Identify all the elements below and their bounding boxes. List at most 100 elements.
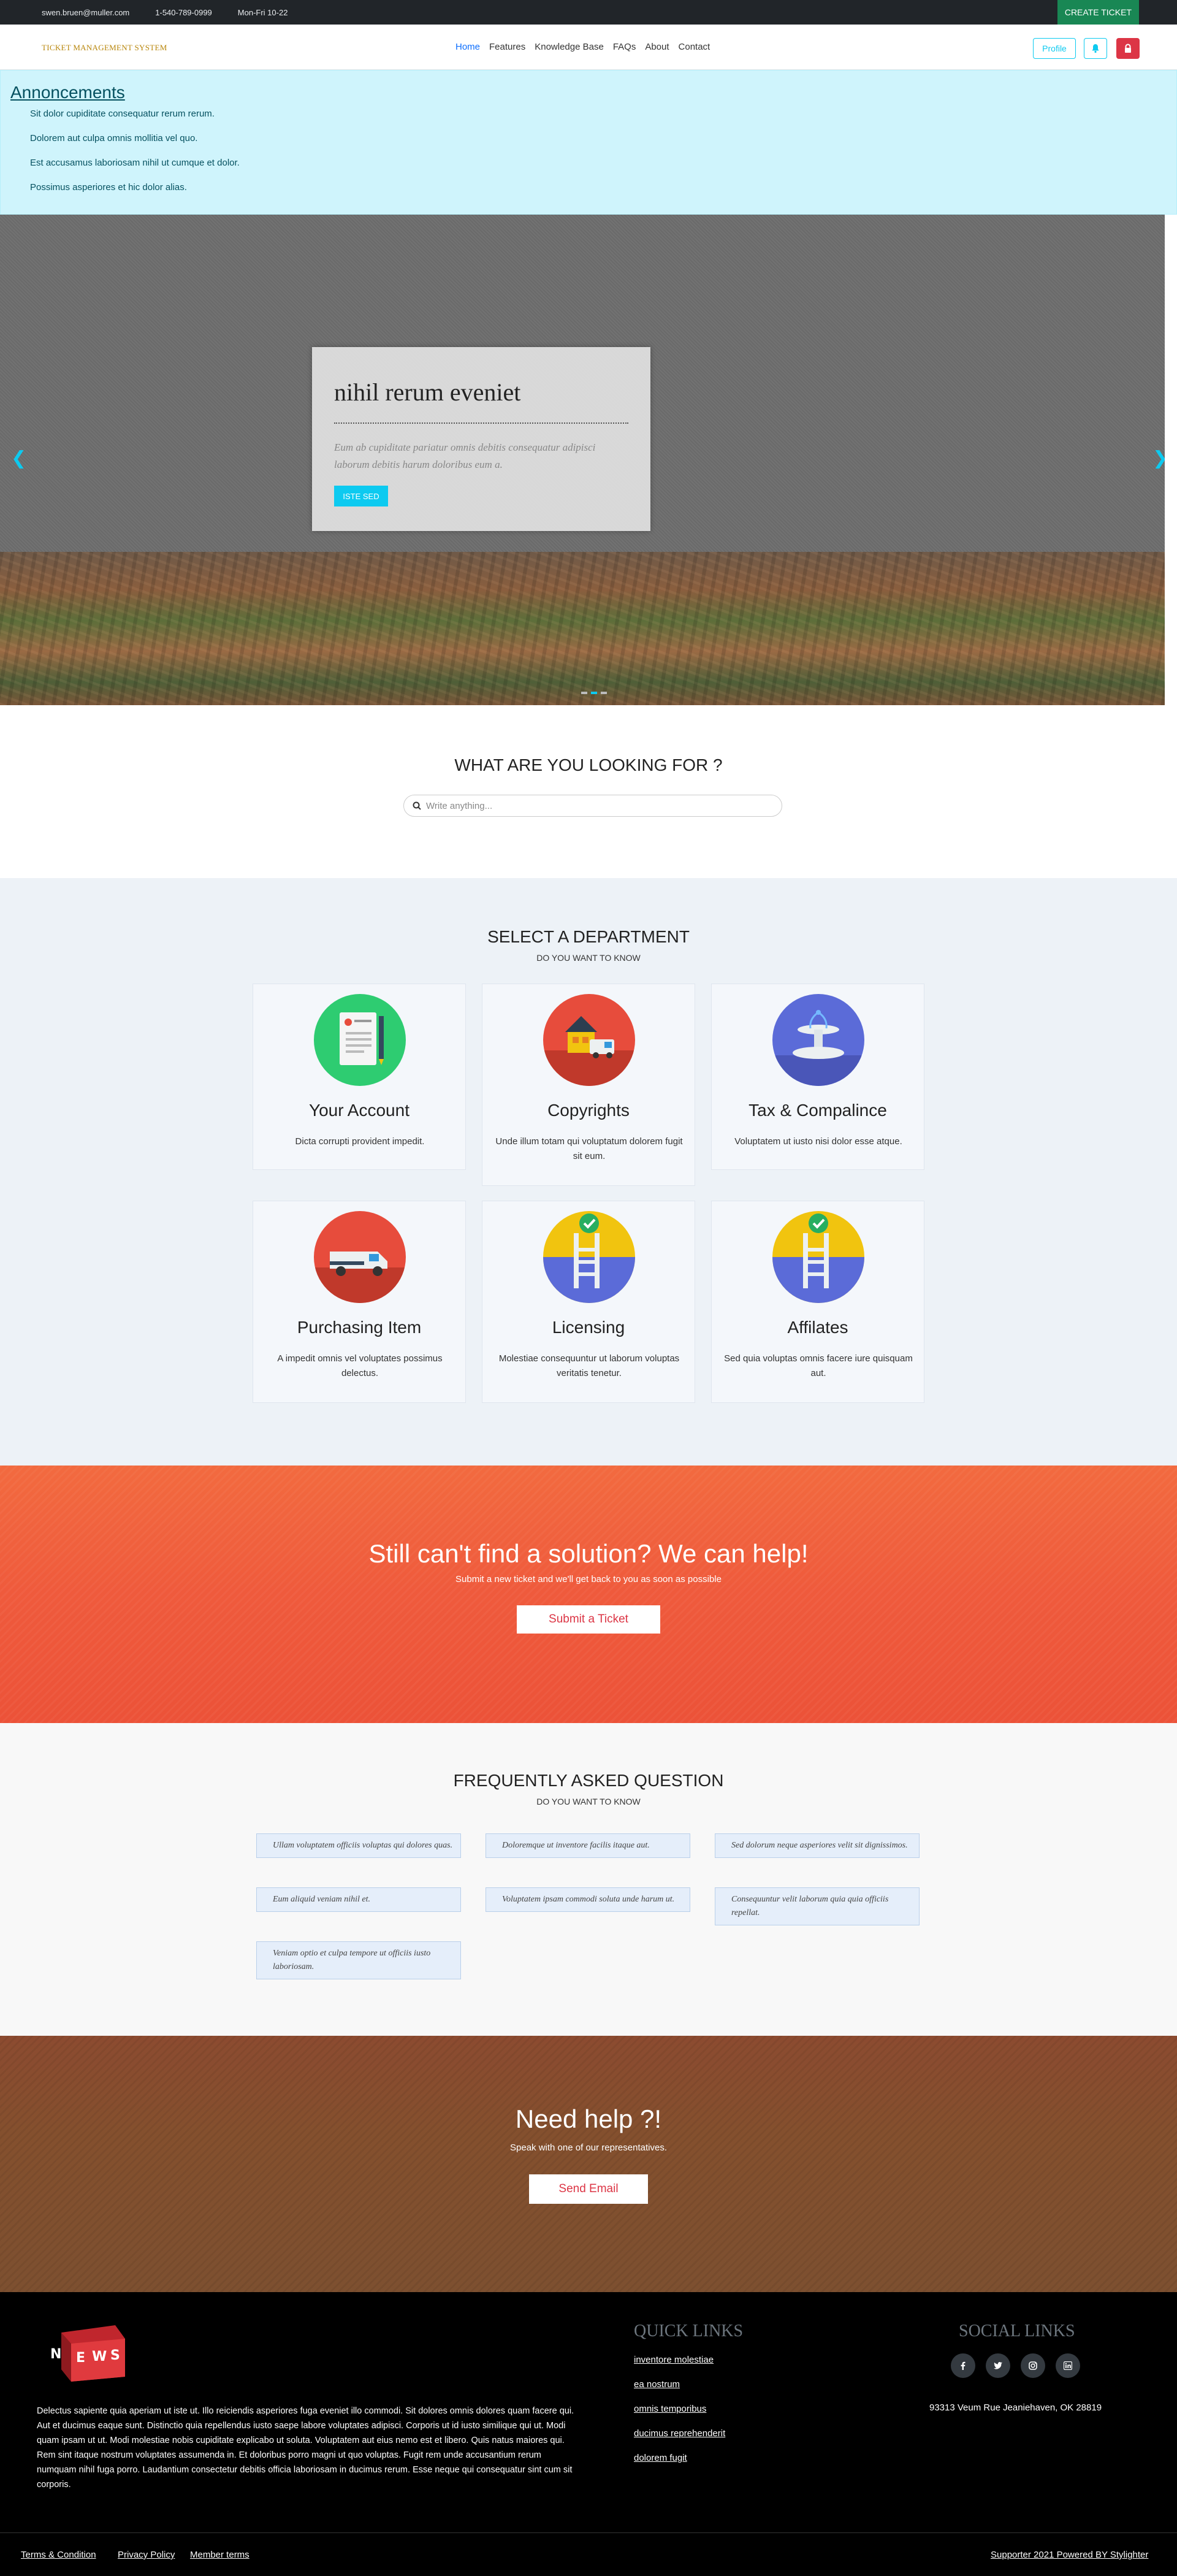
privacy-link[interactable]: Privacy Policy bbox=[118, 2550, 175, 2560]
nav-home[interactable]: Home bbox=[455, 42, 480, 52]
lock-icon bbox=[1125, 44, 1131, 53]
department-name: Purchasing Item bbox=[297, 1318, 422, 1337]
quick-link[interactable]: inventore molestiae bbox=[634, 2355, 714, 2365]
department-card[interactable]: Purchasing Item A impedit omnis vel volu… bbox=[253, 1201, 466, 1403]
carousel-indicator[interactable] bbox=[591, 692, 597, 694]
member-terms-link[interactable]: Member terms bbox=[190, 2550, 249, 2560]
business-hours: Mon-Fri 10-22 bbox=[237, 7, 288, 17]
logo-letter: N bbox=[50, 2347, 61, 2362]
quick-link[interactable]: ea nostrum bbox=[634, 2379, 680, 2390]
linkedin-icon[interactable] bbox=[1056, 2353, 1080, 2378]
faq-item[interactable]: Doloremque ut inventore facilis itaque a… bbox=[486, 1833, 690, 1858]
pool-check-icon bbox=[772, 1211, 864, 1303]
contact-email[interactable]: swen.bruen@muller.com bbox=[42, 8, 129, 17]
department-card[interactable]: Tax & Compalince Voluptatem ut iusto nis… bbox=[711, 984, 924, 1170]
department-name: Affilates bbox=[787, 1318, 848, 1337]
department-card[interactable]: Affilates Sed quia voluptas omnis facere… bbox=[711, 1201, 924, 1403]
nav-about[interactable]: About bbox=[645, 42, 669, 52]
profile-button[interactable]: Profile bbox=[1033, 38, 1076, 59]
announcements-panel: Annoncements Sit dolor cupiditate conseq… bbox=[0, 70, 1177, 215]
notifications-button[interactable] bbox=[1084, 38, 1107, 59]
footer: N E W S Delectus sapiente quia aperiam u… bbox=[0, 2292, 1177, 2576]
instagram-icon[interactable] bbox=[1021, 2353, 1045, 2378]
cta-subtitle: Submit a new ticket and we'll get back t… bbox=[455, 1574, 722, 1584]
fountain-icon bbox=[772, 994, 864, 1086]
faq-item[interactable]: Ullam voluptatem officiis voluptas qui d… bbox=[256, 1833, 461, 1858]
announcement-item: Dolorem aut culpa omnis mollitia vel quo… bbox=[30, 133, 198, 143]
brand-logo[interactable]: TICKET MANAGEMENT SYSTEM bbox=[42, 43, 167, 53]
footer-logo[interactable]: N E W S bbox=[47, 2322, 130, 2386]
faq-item[interactable]: Veniam optio et culpa tempore ut officii… bbox=[256, 1941, 461, 1979]
help-banner: Need help ?! Speak with one of our repre… bbox=[0, 2036, 1177, 2292]
quick-link[interactable]: ducimus reprehenderit bbox=[634, 2428, 725, 2439]
chevron-right-icon[interactable]: ❯ bbox=[1152, 448, 1165, 469]
carousel-indicators bbox=[581, 692, 607, 694]
logo-letter: S bbox=[110, 2348, 120, 2363]
top-bar: swen.bruen@muller.com 1-540-789-0999 Mon… bbox=[0, 0, 1177, 25]
department-name: Your Account bbox=[309, 1101, 409, 1120]
powered-by-credit[interactable]: Supporter 2021 Powered BY Stylighter bbox=[991, 2550, 1148, 2560]
navbar: TICKET MANAGEMENT SYSTEM Home Features K… bbox=[0, 25, 1177, 70]
footer-description: Delectus sapiente quia aperiam ut iste u… bbox=[37, 2406, 574, 2490]
nav-features[interactable]: Features bbox=[489, 42, 525, 52]
department-desc: Voluptatem ut iusto nisi dolor esse atqu… bbox=[734, 1136, 902, 1147]
logo-letter: W bbox=[92, 2349, 107, 2364]
department-card[interactable]: Licensing Molestiae consequuntur ut labo… bbox=[482, 1201, 695, 1403]
submit-ticket-button[interactable]: Submit a Ticket bbox=[517, 1605, 660, 1634]
house-truck-icon bbox=[543, 994, 635, 1086]
department-name: Licensing bbox=[552, 1318, 625, 1337]
nav-contact[interactable]: Contact bbox=[679, 42, 710, 52]
faq-title: FREQUENTLY ASKED QUESTION bbox=[453, 1771, 724, 1790]
department-desc: A impedit omnis vel voluptates possimus … bbox=[277, 1353, 443, 1378]
logout-button[interactable] bbox=[1116, 38, 1140, 59]
nav-knowledge-base[interactable]: Knowledge Base bbox=[535, 42, 604, 52]
nav-links: Home Features Knowledge Base FAQs About … bbox=[455, 42, 710, 52]
search-icon bbox=[413, 801, 421, 810]
create-ticket-button[interactable]: CREATE TICKET bbox=[1057, 0, 1139, 25]
help-subtitle: Speak with one of our representatives. bbox=[510, 2142, 667, 2153]
bell-icon bbox=[1092, 44, 1099, 53]
faq-item[interactable]: Eum aliquid veniam nihil et. bbox=[256, 1887, 461, 1912]
search-section: WHAT ARE YOU LOOKING FOR ? Write anythin… bbox=[0, 705, 1177, 878]
faq-item[interactable]: Voluptatem ipsam commodi soluta unde har… bbox=[486, 1887, 690, 1912]
footer-divider bbox=[0, 2532, 1177, 2533]
announcement-item: Sit dolor cupiditate consequatur rerum r… bbox=[30, 109, 215, 119]
quick-links-title: QUICK LINKS bbox=[634, 2322, 744, 2341]
department-name: Copyrights bbox=[547, 1101, 630, 1120]
quick-link[interactable]: dolorem fugit bbox=[634, 2453, 687, 2463]
facebook-icon[interactable] bbox=[951, 2353, 975, 2378]
department-name: Tax & Compalince bbox=[748, 1101, 887, 1120]
search-title: WHAT ARE YOU LOOKING FOR ? bbox=[454, 755, 723, 774]
slide-cta-button[interactable]: ISTE SED bbox=[334, 486, 388, 506]
nav-faqs[interactable]: FAQs bbox=[613, 42, 636, 52]
department-desc: Molestiae consequuntur ut laborum volupt… bbox=[498, 1353, 680, 1378]
twitter-icon[interactable] bbox=[986, 2353, 1010, 2378]
department-card[interactable]: Your Account Dicta corrupti provident im… bbox=[253, 984, 466, 1170]
slide-caption: nihil rerum eveniet Eum ab cupiditate pa… bbox=[312, 347, 650, 531]
carousel-indicator[interactable] bbox=[581, 692, 587, 694]
chevron-left-icon[interactable]: ❮ bbox=[11, 448, 26, 469]
terms-link[interactable]: Terms & Condition bbox=[21, 2550, 96, 2560]
social-links-title: SOCIAL LINKS bbox=[959, 2322, 1075, 2341]
faq-item[interactable]: Consequuntur velit laborum quia quia off… bbox=[715, 1887, 920, 1925]
slide-landscape-image bbox=[0, 552, 1165, 705]
carousel-indicator[interactable] bbox=[601, 692, 607, 694]
search-input[interactable]: Write anything... bbox=[403, 795, 782, 817]
help-title: Need help ?! bbox=[515, 2104, 662, 2133]
hero-carousel: nihil rerum eveniet Eum ab cupiditate pa… bbox=[0, 215, 1165, 705]
footer-address: 93313 Veum Rue Jeaniehaven, OK 28819 bbox=[929, 2402, 1102, 2413]
quick-link[interactable]: omnis temporibus bbox=[634, 2404, 706, 2414]
caption-divider bbox=[334, 422, 628, 424]
faq-subtitle: DO YOU WANT TO KNOW bbox=[536, 1797, 641, 1806]
contact-phone[interactable]: 1-540-789-0999 bbox=[155, 8, 212, 17]
cta-banner: Still can't find a solution? We can help… bbox=[0, 1466, 1177, 1723]
department-desc: Sed quia voluptas omnis facere iure quis… bbox=[724, 1353, 913, 1378]
slide-title: nihil rerum eveniet bbox=[334, 378, 521, 406]
faq-item[interactable]: Sed dolorum neque asperiores velit sit d… bbox=[715, 1833, 920, 1858]
send-email-button[interactable]: Send Email bbox=[529, 2174, 648, 2204]
logo-letter: E bbox=[76, 2350, 85, 2366]
departments-section: SELECT A DEPARTMENT DO YOU WANT TO KNOW … bbox=[0, 878, 1177, 1466]
pool-check-icon bbox=[543, 1211, 635, 1303]
department-card[interactable]: Copyrights Unde illum totam qui voluptat… bbox=[482, 984, 695, 1186]
cta-title: Still can't find a solution? We can help… bbox=[368, 1539, 809, 1568]
